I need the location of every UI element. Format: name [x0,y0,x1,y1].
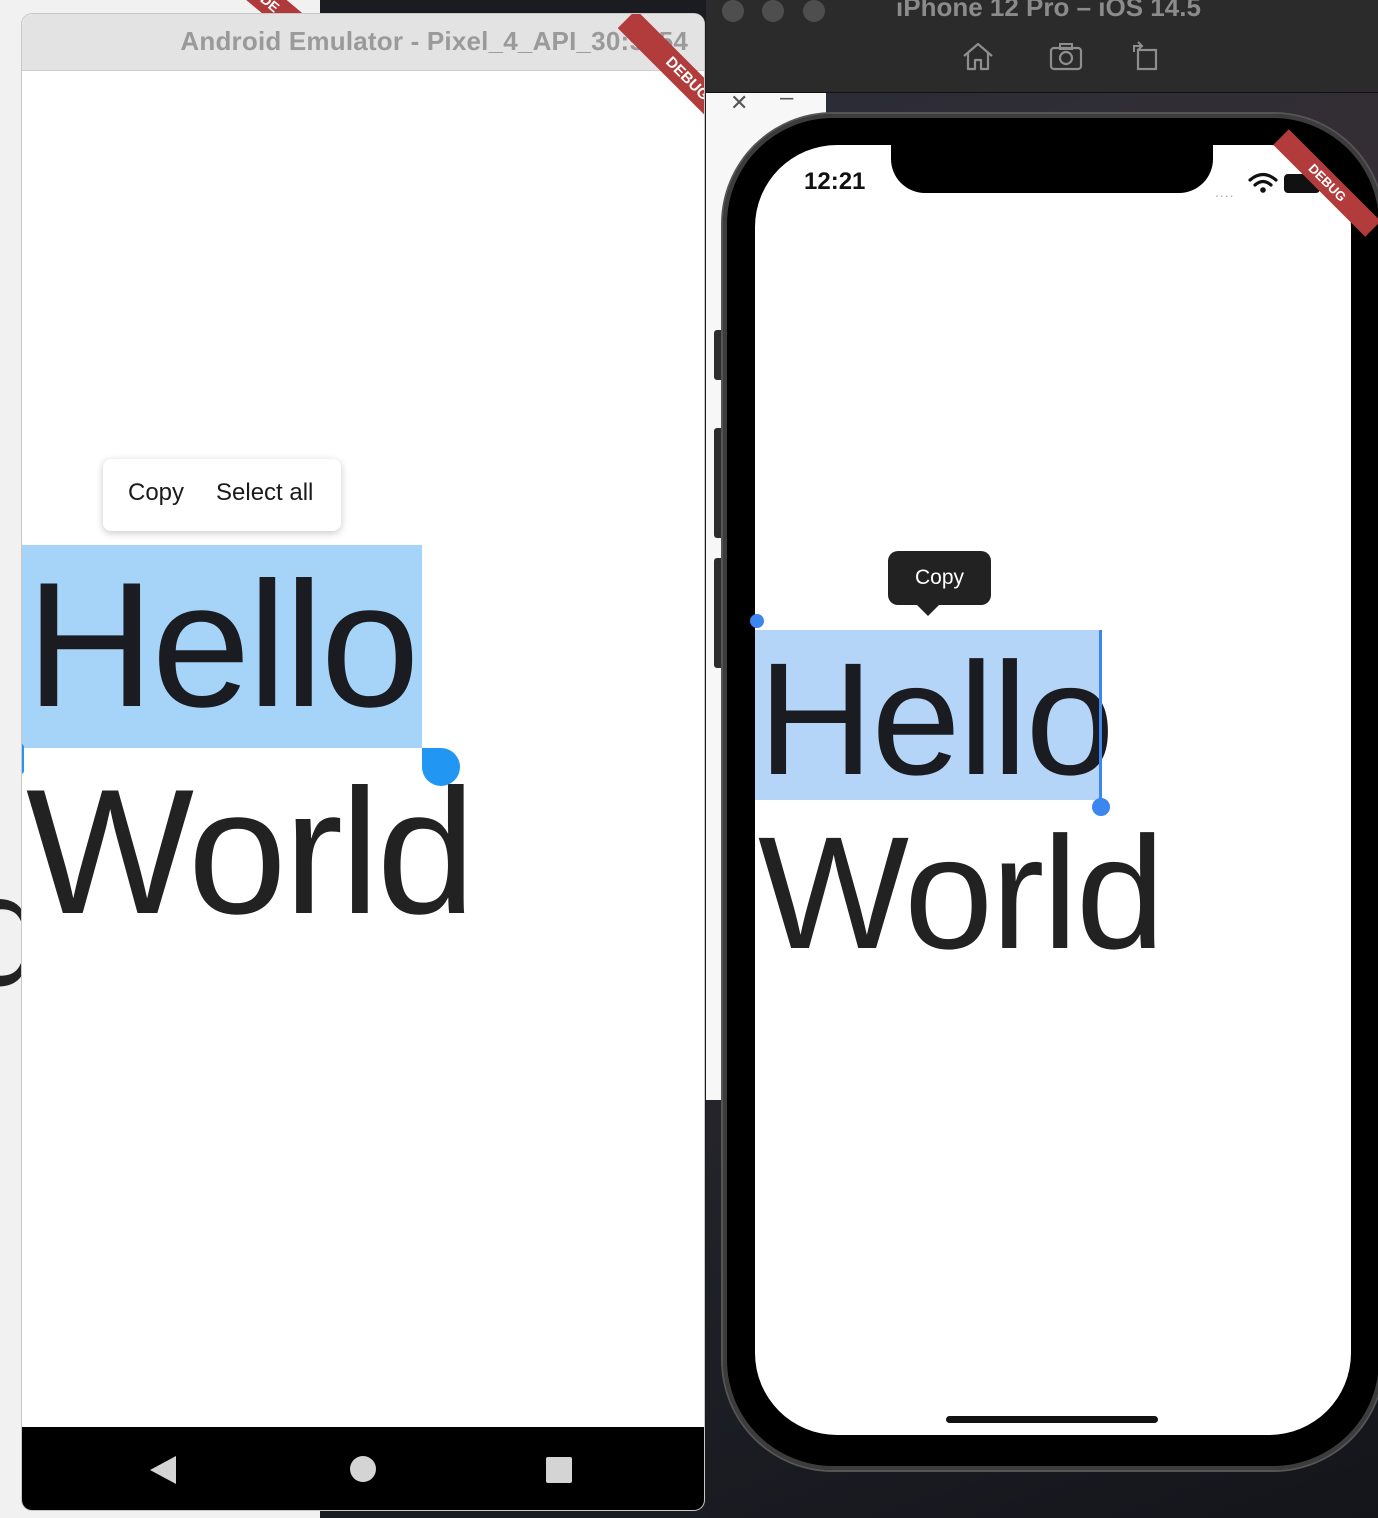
ios-text-hello[interactable]: Hello [758,634,1115,804]
android-text-world[interactable]: World [26,762,476,942]
wifi-icon [1248,172,1278,194]
ios-selection-caret [1099,630,1102,802]
rotate-icon[interactable] [1128,40,1164,72]
ios-menu-arrow [916,604,940,616]
android-window-title: Android Emulator - Pixel_4_API_30:5554 [180,26,688,56]
android-select-all-button[interactable]: Select all [216,479,313,507]
home-circle-icon[interactable] [350,1456,376,1482]
ios-window-title: iPhone 12 Pro – iOS 14.5 [896,0,1201,22]
android-titlebar[interactable]: Android Emulator - Pixel_4_API_30:5554 [22,14,704,71]
iphone-notch [891,130,1213,193]
ios-selection-end-handle[interactable] [1092,798,1110,816]
window-close-button[interactable] [722,0,744,22]
ios-text-world[interactable]: World [758,808,1165,978]
android-emulator-window: Android Emulator - Pixel_4_API_30:5554 D… [22,14,704,1510]
ios-home-indicator[interactable] [946,1416,1158,1423]
screenshot-icon[interactable] [1048,40,1084,72]
recents-icon[interactable] [546,1457,572,1483]
ios-copy-button[interactable]: Copy [888,551,991,605]
background-close-icon[interactable]: ✕ [730,90,748,116]
android-selection-start-handle[interactable] [22,744,24,774]
home-icon[interactable] [960,40,996,72]
android-context-menu: Copy Select all [103,459,341,531]
window-minimize-button[interactable] [762,0,784,22]
android-copy-button[interactable]: Copy [128,479,184,507]
ios-selection-start-handle[interactable] [750,614,764,628]
window-zoom-button[interactable] [803,0,825,22]
signal-icon: .... [1215,184,1235,200]
android-text-hello[interactable]: Hello [26,555,420,735]
android-selection-end-handle[interactable] [422,748,460,786]
back-icon[interactable] [150,1456,176,1484]
status-bar-time: 12:21 [804,168,866,195]
